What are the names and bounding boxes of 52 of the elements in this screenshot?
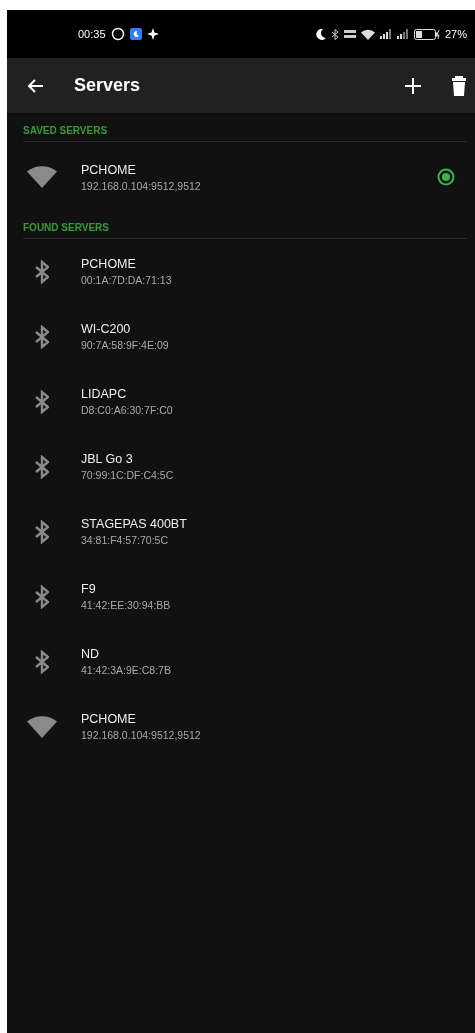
server-item[interactable]: F9 41:42:EE:30:94:BB: [7, 564, 475, 629]
server-item[interactable]: ND 41:42:3A:9E:C8:7B: [7, 629, 475, 694]
server-address: 70:99:1C:DF:C4:5C: [81, 469, 175, 481]
app-icon: [129, 28, 142, 40]
bluetooth-icon: [35, 649, 49, 674]
server-address: 00:1A:7D:DA:71:13: [81, 274, 173, 286]
wifi-icon: [27, 715, 57, 738]
server-item[interactable]: STAGEPAS 400BT 34:81:F4:57:70:5C: [7, 499, 475, 564]
server-address: 41:42:EE:30:94:BB: [81, 599, 172, 611]
server-name: PCHOME: [81, 162, 137, 177]
bluetooth-icon: [35, 389, 49, 414]
signal-icon: [379, 29, 392, 39]
server-name: LIDAPC: [81, 387, 128, 401]
bluetooth-icon: [35, 584, 49, 609]
server-address: 192.168.0.104:9512,9512: [81, 179, 202, 192]
section-header: SAVED SERVERS: [23, 115, 467, 142]
bluetooth-icon: [35, 454, 49, 479]
clock-time: 00:35: [78, 28, 106, 40]
section-header: FOUND SERVERS: [23, 212, 467, 239]
moon-icon: [315, 28, 326, 40]
server-name: PCHOME: [81, 257, 137, 271]
server-address: 90:7A:58:9F:4E:09: [81, 339, 170, 351]
server-address: 34:81:F4:57:70:5C: [81, 534, 169, 546]
server-name: F9: [81, 582, 97, 596]
bluetooth-icon: [35, 519, 49, 544]
radio-button[interactable]: [437, 168, 455, 186]
server-item[interactable]: LIDAPC D8:C0:A6:30:7F:C0: [7, 369, 475, 434]
bluetooth-icon: [35, 259, 49, 284]
server-name: WI-C200: [81, 322, 132, 336]
screen-title: Servers: [74, 75, 142, 96]
server-address: 192.168.0.104:9512,9512: [81, 729, 202, 741]
server-name: STAGEPAS 400BT: [81, 517, 188, 531]
add-icon[interactable]: [404, 76, 422, 95]
server-item[interactable]: WI-C200 90:7A:58:9F:4E:09: [7, 304, 475, 369]
wifi-icon: [360, 28, 375, 40]
server-name: ND: [81, 647, 101, 661]
server-item[interactable]: PCHOME 192.168.0.104:9512,9512: [7, 142, 475, 212]
server-item[interactable]: PCHOME 00:1A:7D:DA:71:13: [7, 239, 475, 304]
signal-icon: [396, 29, 409, 39]
sparkle-icon: [146, 28, 159, 40]
server-item[interactable]: PCHOME 192.168.0.104:9512,9512: [7, 694, 475, 759]
server-name: JBL Go 3: [81, 452, 134, 466]
server-name: PCHOME: [81, 712, 137, 726]
server-item[interactable]: JBL Go 3 70:99:1C:DF:C4:5C: [7, 434, 475, 499]
bluetooth-icon: [35, 324, 49, 349]
wifi-icon: [27, 166, 57, 188]
server-address: D8:C0:A6:30:7F:C0: [81, 404, 174, 416]
battery-percent: 27%: [444, 28, 467, 40]
trash-icon[interactable]: [452, 75, 466, 96]
battery-icon: [413, 28, 440, 40]
bluetooth-icon: [330, 28, 339, 40]
server-address: 41:42:3A:9E:C8:7B: [81, 664, 172, 676]
